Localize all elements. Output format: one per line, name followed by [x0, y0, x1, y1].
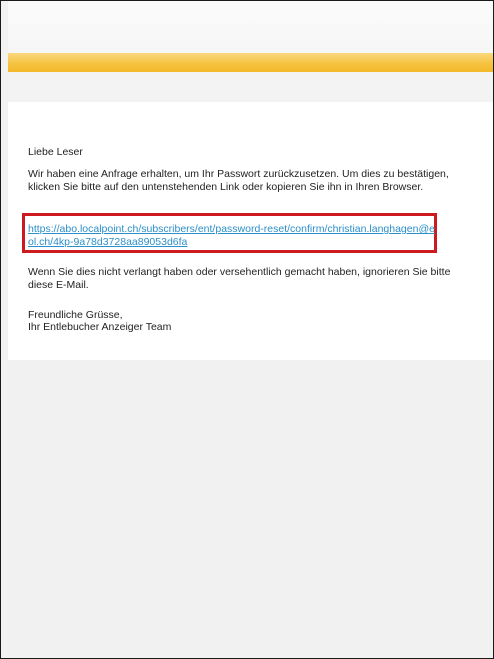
- accent-bar: [8, 53, 493, 72]
- header-spacer: [8, 72, 493, 102]
- closing-text: Freundliche Grüsse,: [28, 309, 123, 321]
- email-footer-area: [8, 360, 493, 658]
- intro-paragraph: Wir haben eine Anfrage erhalten, um Ihr …: [28, 168, 449, 193]
- notice-paragraph: Wenn Sie dies nicht verlangt haben oder …: [28, 266, 451, 291]
- email-header: [8, 1, 493, 53]
- greeting-text: Liebe Leser: [28, 146, 83, 158]
- signature-text: Ihr Entlebucher Anzeiger Team: [28, 321, 172, 333]
- password-reset-link[interactable]: https://abo.localpoint.ch/subscribers/en…: [28, 223, 438, 248]
